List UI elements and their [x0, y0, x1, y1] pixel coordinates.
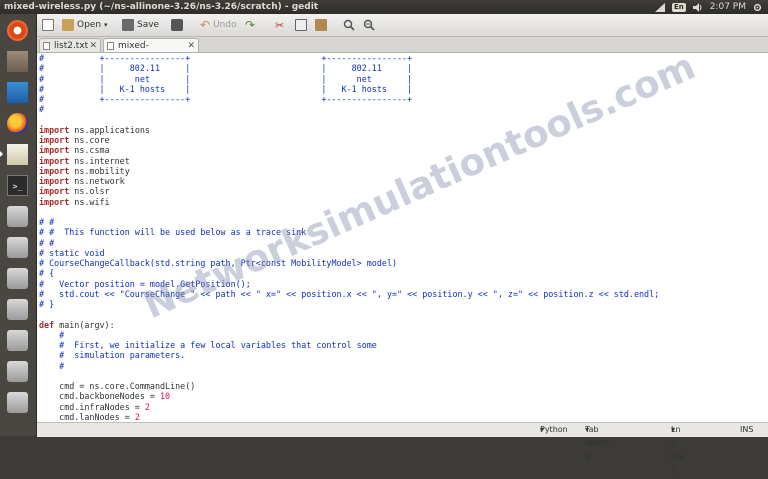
tab-bar: list2.txt ✕ mixed-wireless.py ✕ [37, 37, 768, 53]
print-button[interactable] [171, 17, 183, 33]
search-button[interactable] [343, 17, 355, 33]
gear-icon[interactable] [753, 3, 762, 12]
launcher-libreoffice-writer-icon[interactable] [3, 79, 32, 106]
redo-icon: ↷ [245, 19, 255, 31]
drive-icon [7, 268, 28, 289]
launcher-drive-icon[interactable] [3, 265, 32, 292]
system-tray: En 2:07 PM [655, 0, 762, 14]
drive-icon [7, 361, 28, 382]
search-replace-icon [363, 19, 375, 31]
launcher-drive-icon[interactable] [3, 358, 32, 385]
launcher-text-editor-icon[interactable] [3, 141, 32, 168]
cursor-position-label: Ln 1, Col 1 [671, 423, 684, 479]
libreoffice-writer-icon [7, 82, 28, 103]
ubuntu-dash-icon [7, 20, 28, 41]
insert-mode: INS [740, 423, 753, 437]
new-document-button[interactable] [42, 17, 54, 33]
files-icon [7, 51, 28, 72]
new-document-icon [42, 19, 54, 31]
save-icon [122, 19, 134, 31]
copy-icon [295, 19, 307, 31]
launcher-drive-icon[interactable] [3, 296, 32, 323]
tab-label: list2.txt [54, 41, 88, 51]
tab-list2-txt[interactable]: list2.txt ✕ [39, 38, 101, 52]
window-title: mixed-wireless.py (~/ns-allinone-3.26/ns… [4, 0, 318, 14]
copy-button[interactable] [295, 17, 307, 33]
document-icon [43, 42, 50, 50]
language-selector[interactable]: Python ▾ [540, 423, 544, 437]
open-label: Open [77, 20, 101, 30]
save-label: Save [137, 20, 159, 30]
close-icon[interactable]: ✕ [187, 39, 195, 53]
launcher-drive-icon[interactable] [3, 234, 32, 261]
folder-icon [62, 19, 74, 31]
drive-icon [7, 206, 28, 227]
cut-button[interactable]: ✂ [275, 17, 284, 33]
paste-icon [315, 19, 327, 31]
redo-button[interactable]: ↷ [245, 17, 255, 33]
replace-button[interactable] [363, 17, 375, 33]
search-icon [343, 19, 355, 31]
document-icon [107, 42, 114, 50]
drive-icon [7, 392, 28, 413]
scissors-icon: ✂ [275, 19, 284, 32]
drive-icon [7, 299, 28, 320]
status-bar: Python ▾ Tab Width: 8 ▾ Ln 1, Col 1 ▾ IN… [37, 422, 768, 437]
launcher-drive-icon[interactable] [3, 203, 32, 230]
language-label: Python [540, 423, 568, 437]
tab-mixed-wireless-py[interactable]: mixed-wireless.py ✕ [103, 38, 199, 52]
text-editor[interactable]: # +----------------+ +----------------+ … [37, 53, 768, 422]
network-icon[interactable] [655, 3, 665, 12]
clock[interactable]: 2:07 PM [710, 0, 746, 14]
open-button[interactable]: Open ▾ [62, 17, 108, 33]
drive-icon [7, 237, 28, 258]
save-button[interactable]: Save [122, 17, 159, 33]
top-panel: mixed-wireless.py (~/ns-allinone-3.26/ns… [0, 0, 768, 14]
keyboard-indicator[interactable]: En [672, 3, 686, 12]
undo-button[interactable]: ↶ Undo [200, 17, 237, 33]
cursor-position[interactable]: Ln 1, Col 1 ▾ [671, 423, 675, 437]
launcher-drive-icon[interactable] [3, 389, 32, 416]
launcher-firefox-icon[interactable] [3, 110, 32, 137]
undo-icon: ↶ [200, 19, 210, 31]
drive-icon [7, 330, 28, 351]
tab-width-selector[interactable]: Tab Width: 8 ▾ [585, 423, 589, 437]
tab-width-label: Tab Width: 8 [585, 423, 611, 465]
close-icon[interactable]: ✕ [89, 39, 97, 53]
terminal-icon: >_ [7, 175, 28, 196]
toolbar: Open ▾ Save ↶ Undo ↷ ✂ [37, 14, 768, 37]
launcher: >_ [0, 14, 37, 436]
launcher-drive-icon[interactable] [3, 327, 32, 354]
launcher-terminal-icon[interactable]: >_ [3, 172, 32, 199]
undo-label: Undo [213, 20, 237, 30]
text-editor-icon [7, 144, 28, 165]
launcher-files-icon[interactable] [3, 48, 32, 75]
paste-button[interactable] [315, 17, 327, 33]
volume-icon[interactable] [693, 3, 703, 12]
chevron-down-icon: ▾ [104, 21, 108, 29]
firefox-icon [7, 113, 28, 134]
launcher-ubuntu-dash-icon[interactable] [3, 17, 32, 44]
printer-icon [171, 19, 183, 31]
